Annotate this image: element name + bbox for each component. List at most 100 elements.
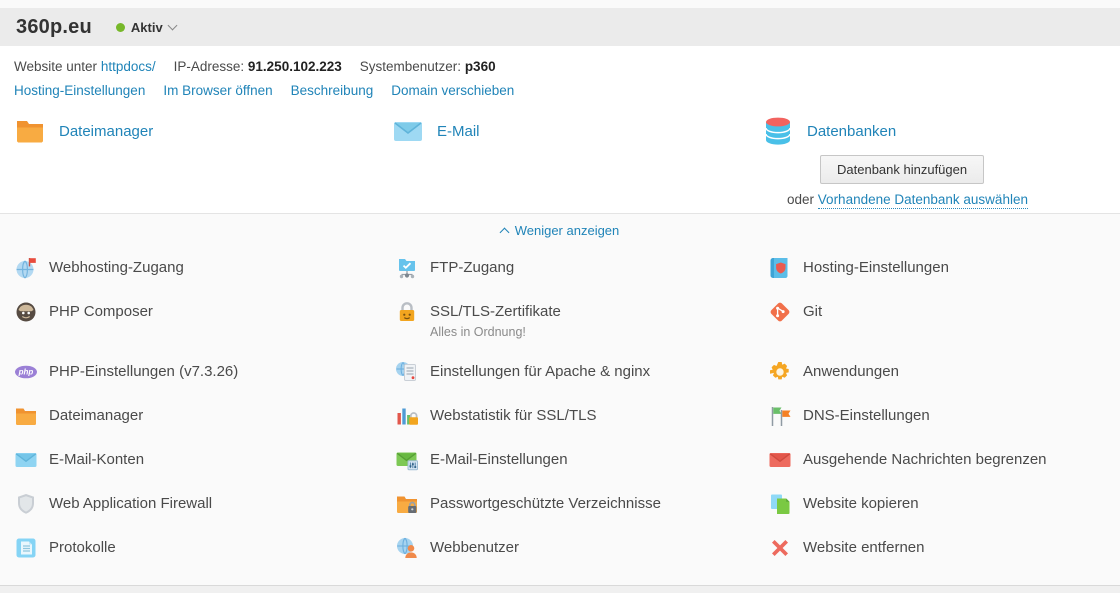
- php-icon: php: [14, 360, 38, 384]
- file-manager-link[interactable]: Dateimanager: [59, 123, 153, 140]
- folder-icon: [14, 115, 46, 147]
- tool-label: PHP Composer: [49, 300, 153, 324]
- website-root-label: Website unter: [14, 59, 97, 74]
- tool-item-passwortgeschuetzte-verzeichnisse[interactable]: Passwortgeschützte Verzeichnisse: [395, 482, 768, 526]
- status-active-dot: [116, 23, 125, 32]
- tool-label: E-Mail-Konten: [49, 448, 144, 472]
- log-file-icon: [14, 536, 38, 560]
- tool-item-dns-einstellungen[interactable]: DNS-Einstellungen: [768, 394, 1120, 438]
- add-database-button[interactable]: Datenbank hinzufügen: [820, 155, 984, 184]
- tool-item-email-einstellungen[interactable]: E-Mail-Einstellungen: [395, 438, 768, 482]
- red-cross-icon: [768, 536, 792, 560]
- description-link[interactable]: Beschreibung: [291, 83, 374, 98]
- database-icon: [762, 115, 794, 147]
- tool-item-ausgehende-nachrichten[interactable]: Ausgehende Nachrichten begrenzen: [768, 438, 1120, 482]
- copy-pages-icon: [768, 492, 792, 516]
- system-user-label: Systembenutzer:: [360, 59, 461, 74]
- dns-flags-icon: [768, 404, 792, 428]
- tool-item-dateimanager[interactable]: Dateimanager: [14, 394, 395, 438]
- httpdocs-link[interactable]: httpdocs/: [101, 59, 156, 74]
- tool-label: Webstatistik für SSL/TLS: [430, 404, 596, 428]
- system-user-value: p360: [465, 59, 496, 74]
- tool-label: E-Mail-Einstellungen: [430, 448, 568, 472]
- mail-link[interactable]: E-Mail: [437, 123, 480, 140]
- folder-icon: [14, 404, 38, 428]
- tool-item-protokolle[interactable]: Protokolle: [14, 526, 395, 570]
- website-root-info: Website unter httpdocs/: [14, 59, 156, 74]
- tool-label: Einstellungen für Apache & nginx: [430, 360, 650, 384]
- tool-label: Website entfernen: [803, 536, 924, 560]
- hosting-settings-link[interactable]: Hosting-Einstellungen: [14, 83, 145, 98]
- tool-item-webbenutzer[interactable]: Webbenutzer: [395, 526, 768, 570]
- tool-label: Anwendungen: [803, 360, 899, 384]
- tool-item-website-entfernen[interactable]: Website entfernen: [768, 526, 1120, 570]
- tool-label: DNS-Einstellungen: [803, 404, 930, 428]
- tool-label: Webhosting-Zugang: [49, 256, 184, 280]
- ip-address-info: IP-Adresse: 91.250.102.223: [174, 59, 342, 74]
- tool-item-website-kopieren[interactable]: Website kopieren: [768, 482, 1120, 526]
- select-existing-database-link[interactable]: Vorhandene Datenbank auswählen: [818, 192, 1028, 209]
- tool-label: FTP-Zugang: [430, 256, 514, 280]
- show-less-label: Weniger anzeigen: [515, 223, 620, 238]
- domain-header: 360p.eu Aktiv: [0, 8, 1120, 46]
- ftp-folder-icon: [395, 256, 419, 280]
- composer-icon: [14, 300, 38, 324]
- status-dropdown[interactable]: Aktiv: [116, 20, 176, 35]
- tools-panel: Weniger anzeigen Webhosting-Zugang FTP-Z…: [0, 213, 1120, 586]
- tool-label: Git: [803, 300, 822, 324]
- move-domain-link[interactable]: Domain verschieben: [391, 83, 514, 98]
- ssl-lock-icon: [395, 300, 419, 324]
- tool-item-webstatistik[interactable]: Webstatistik für SSL/TLS: [395, 394, 768, 438]
- tool-label: Hosting-Einstellungen: [803, 256, 949, 280]
- folder-lock-icon: [395, 492, 419, 516]
- show-less-toggle[interactable]: Weniger anzeigen: [0, 223, 1120, 238]
- quick-tool-databases: Datenbanken Datenbank hinzufügen oder Vo…: [762, 115, 1104, 207]
- system-user-info: Systembenutzer: p360: [360, 59, 496, 74]
- tool-label: Ausgehende Nachrichten begrenzen: [803, 448, 1047, 472]
- status-label: Aktiv: [131, 20, 163, 35]
- tool-label: Web Application Firewall: [49, 492, 212, 516]
- tool-label: PHP-Einstellungen (v7.3.26): [49, 360, 238, 384]
- tool-item-ssl-tls-zertifikate[interactable]: SSL/TLS-Zertifikate Alles in Ordnung!: [395, 290, 768, 350]
- databases-head: Datenbanken: [762, 115, 1104, 147]
- or-label: oder: [787, 192, 814, 207]
- ip-label: IP-Adresse:: [174, 59, 245, 74]
- domain-action-links: Hosting-Einstellungen Im Browser öffnen …: [14, 83, 1104, 98]
- page-title: 360p.eu: [16, 16, 92, 39]
- mail-head: E-Mail: [392, 115, 762, 147]
- top-strip: [0, 0, 1120, 8]
- chevron-down-icon: [167, 21, 177, 31]
- chevron-up-icon: [499, 227, 509, 237]
- mail-settings-icon: [395, 448, 419, 472]
- select-existing-database-line: oder Vorhandene Datenbank auswählen: [787, 192, 1104, 207]
- tool-item-anwendungen[interactable]: Anwendungen: [768, 350, 1120, 394]
- tool-item-email-konten[interactable]: E-Mail-Konten: [14, 438, 395, 482]
- quick-tool-file-manager: Dateimanager: [14, 115, 392, 147]
- open-in-browser-link[interactable]: Im Browser öffnen: [163, 83, 272, 98]
- mail-icon: [392, 115, 424, 147]
- tool-item-web-application-firewall[interactable]: Web Application Firewall: [14, 482, 395, 526]
- quick-tools-row: Dateimanager E-Mail Datenbanken Datenban…: [14, 115, 1104, 207]
- file-manager-head: Dateimanager: [14, 115, 392, 147]
- tool-label-group: SSL/TLS-Zertifikate Alles in Ordnung!: [430, 300, 561, 340]
- svg-text:php: php: [18, 368, 34, 377]
- databases-link[interactable]: Datenbanken: [807, 123, 896, 140]
- tool-label: SSL/TLS-Zertifikate: [430, 300, 561, 324]
- tool-status-text: Alles in Ordnung!: [430, 324, 561, 340]
- webstats-lock-icon: [395, 404, 419, 428]
- tool-item-php-composer[interactable]: PHP Composer: [14, 290, 395, 350]
- ip-value: 91.250.102.223: [248, 59, 342, 74]
- tool-label: Passwortgeschützte Verzeichnisse: [430, 492, 661, 516]
- domain-summary-section: Website unter httpdocs/ IP-Adresse: 91.2…: [0, 46, 1120, 213]
- tool-item-hosting-einstellungen[interactable]: Hosting-Einstellungen: [768, 246, 1120, 290]
- tool-item-webhosting-zugang[interactable]: Webhosting-Zugang: [14, 246, 395, 290]
- tool-label: Dateimanager: [49, 404, 143, 428]
- mail-icon: [14, 448, 38, 472]
- tool-item-ftp-zugang[interactable]: FTP-Zugang: [395, 246, 768, 290]
- gear-icon: [768, 360, 792, 384]
- tool-item-php-einstellungen[interactable]: php PHP-Einstellungen (v7.3.26): [14, 350, 395, 394]
- outgoing-mail-icon: [768, 448, 792, 472]
- tool-item-apache-nginx[interactable]: Einstellungen für Apache & nginx: [395, 350, 768, 394]
- tool-item-git[interactable]: Git: [768, 290, 1120, 350]
- domain-info-line: Website unter httpdocs/ IP-Adresse: 91.2…: [14, 59, 1104, 74]
